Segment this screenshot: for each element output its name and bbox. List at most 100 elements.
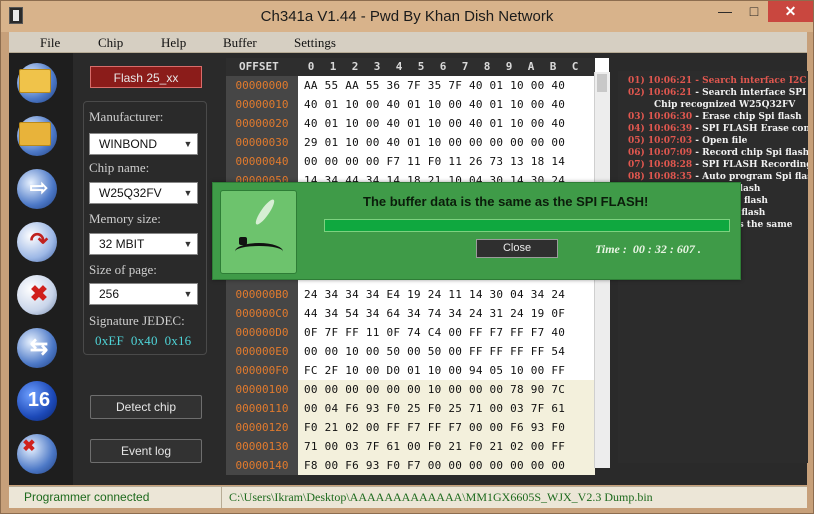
window-title: Ch341a V1.44 - Pwd By Khan Dish Network xyxy=(260,8,554,25)
log-entry: 07) 10:08:28 - SPI FLASH Recording xyxy=(628,160,808,170)
auto-icon: ✖ xyxy=(22,438,36,455)
log-entry: 02) 10:06:21 - Search interface SPI xyxy=(628,88,806,98)
hex-column-header: 7 xyxy=(461,60,469,73)
hex-bytes[interactable]: 0F 7F FF 11 0F 74 C4 00 FF F7 FF F7 40 xyxy=(304,324,565,341)
hex-bytes[interactable]: F0 21 02 00 FF F7 FF F7 00 00 F6 93 F0 xyxy=(304,419,565,436)
chip-name-select[interactable]: W25Q32FV ▼ xyxy=(89,182,198,204)
minimize-button[interactable]: — xyxy=(710,1,740,22)
hex-row[interactable]: 00000000 AA 55 AA 55 36 7F 35 7F 40 01 10… xyxy=(226,76,595,95)
hex-row[interactable]: 000000B0 24 34 34 34 E4 19 24 11 14 30 04… xyxy=(226,285,595,304)
read-chip-button[interactable]: ⇨ xyxy=(15,165,65,213)
chip-panel: Flash 25_xx Manufacturer: WINBOND ▼ Chip… xyxy=(81,61,209,466)
hex-bytes[interactable]: 40 01 10 00 40 01 10 00 40 01 10 00 40 xyxy=(304,96,565,113)
log-message: - Auto program Spi flash xyxy=(695,172,808,182)
verify-chip-button[interactable]: ⇆ xyxy=(15,324,65,372)
16-bit-icon: 16 xyxy=(27,389,51,411)
hex-row[interactable]: 00000120 F0 21 02 00 FF F7 FF F7 00 00 F6… xyxy=(226,418,595,437)
hex-column-header: 4 xyxy=(395,60,403,73)
log-entry: 06) 10:07:09 - Record chip Spi flash xyxy=(628,148,808,158)
hex-address: 00000130 xyxy=(226,437,298,456)
scroll-thumb[interactable] xyxy=(597,74,607,92)
page-size-select[interactable]: 256 ▼ xyxy=(89,283,198,305)
hex-row[interactable]: 00000040 00 00 00 00 F7 11 F0 11 26 73 13… xyxy=(226,152,595,171)
progress-bar xyxy=(324,219,730,232)
dialog-close-button[interactable]: Close xyxy=(476,239,558,258)
memory-size-select[interactable]: 32 MBIT ▼ xyxy=(89,233,198,255)
open-file-button[interactable] xyxy=(15,59,65,107)
log-entry: 05) 10:07:03 - Open file xyxy=(628,136,747,146)
hex-column-header: 8 xyxy=(483,60,491,73)
write-chip-icon: ↷ xyxy=(29,228,49,253)
memory-size-value: 32 MBIT xyxy=(99,237,145,251)
menu-buffer[interactable]: Buffer xyxy=(223,35,257,51)
log-stamp: 06) 10:07:09 xyxy=(628,148,696,158)
hex-row[interactable]: 000000D0 0F 7F FF 11 0F 74 C4 00 FF F7 FF… xyxy=(226,323,595,342)
hex-bytes[interactable]: 40 01 10 00 40 01 10 00 40 01 10 00 40 xyxy=(304,115,565,132)
log-message: - Search interface I2C xyxy=(695,76,807,86)
hex-address: 00000100 xyxy=(226,380,298,399)
hex-bytes[interactable]: AA 55 AA 55 36 7F 35 7F 40 01 10 00 40 xyxy=(304,77,565,94)
event-log-button[interactable]: Event log xyxy=(90,439,202,463)
erase-icon: ✖ xyxy=(29,281,49,306)
manufacturer-value: WINBOND xyxy=(99,137,157,151)
chevron-down-icon: ▼ xyxy=(183,139,193,149)
hex-row[interactable]: 000000E0 00 00 10 00 50 00 50 00 FF FF FF… xyxy=(226,342,595,361)
verify-result-dialog: The buffer data is the same as the SPI F… xyxy=(212,182,741,280)
hex-row[interactable]: 00000140 F8 00 F6 93 F0 F7 00 00 00 00 00… xyxy=(226,456,595,475)
hex-row[interactable]: 00000010 40 01 10 00 40 01 10 00 40 01 10… xyxy=(226,95,595,114)
elapsed-time: Time : 00 : 32 : 607 . xyxy=(595,242,701,256)
erase-chip-button[interactable]: ✖ xyxy=(15,271,65,319)
hex-row[interactable]: 00000030 29 01 10 00 40 01 10 00 00 00 00… xyxy=(226,133,595,152)
log-message: - Erase chip Spi flash xyxy=(695,112,802,122)
chevron-down-icon: ▼ xyxy=(183,188,193,198)
bit-mode-button[interactable]: 16 xyxy=(15,377,65,425)
title-bar[interactable]: Ch341a V1.44 - Pwd By Khan Dish Network … xyxy=(1,1,813,32)
log-entry: 04) 10:06:39 - SPI FLASH Erase complete xyxy=(628,124,808,134)
hex-address: 00000120 xyxy=(226,418,298,437)
save-file-button[interactable] xyxy=(15,112,65,160)
write-chip-button[interactable]: ↷ xyxy=(15,218,65,266)
hex-bytes[interactable]: 00 00 00 00 00 00 10 00 00 00 78 90 7C xyxy=(304,381,565,398)
tool-bar: ⇨ ↷ ✖ ⇆ 16 ✖ xyxy=(9,53,73,485)
hex-bytes[interactable]: 44 34 54 34 64 34 74 34 24 31 24 19 0F xyxy=(304,305,565,322)
menu-file[interactable]: File xyxy=(40,35,60,51)
hex-column-header: 9 xyxy=(505,60,513,73)
dialog-message: The buffer data is the same as the SPI F… xyxy=(363,194,649,209)
hex-bytes[interactable]: 71 00 03 7F 61 00 F0 21 F0 21 02 00 FF xyxy=(304,438,565,455)
hex-row[interactable]: 000000F0 FC 2F 10 00 D0 01 10 00 94 05 10… xyxy=(226,361,595,380)
hex-address: 000000E0 xyxy=(226,342,298,361)
detect-chip-button[interactable]: Detect chip xyxy=(90,395,202,419)
hex-bytes[interactable]: 00 00 10 00 50 00 50 00 FF FF FF FF 54 xyxy=(304,343,565,360)
hex-bytes[interactable]: 24 34 34 34 E4 19 24 11 14 30 04 34 24 xyxy=(304,286,565,303)
hex-row[interactable]: 00000110 00 04 F6 93 F0 25 F0 25 71 00 03… xyxy=(226,399,595,418)
hex-bytes[interactable]: 29 01 10 00 40 01 10 00 00 00 00 00 00 xyxy=(304,134,565,151)
programmer-status: Programmer connected xyxy=(24,490,150,504)
hex-row[interactable]: 00000100 00 00 00 00 00 00 10 00 00 00 78… xyxy=(226,380,595,399)
hex-bytes[interactable]: 00 04 F6 93 F0 25 F0 25 71 00 03 7F 61 xyxy=(304,400,565,417)
hex-bytes[interactable]: F8 00 F6 93 F0 F7 00 00 00 00 00 00 00 xyxy=(304,457,565,474)
maximize-button[interactable]: □ xyxy=(740,1,768,22)
chevron-down-icon: ▼ xyxy=(183,239,193,249)
flash-type-button[interactable]: Flash 25_xx xyxy=(90,66,202,88)
app-window: Ch341a V1.44 - Pwd By Khan Dish Network … xyxy=(0,0,814,514)
auto-program-button[interactable]: ✖ xyxy=(15,430,65,478)
log-message: - Record chip Spi flash xyxy=(695,148,808,158)
offset-header: OFFSET xyxy=(239,60,279,73)
hex-bytes[interactable]: FC 2F 10 00 D0 01 10 00 94 05 10 00 FF xyxy=(304,362,565,379)
memory-size-label: Memory size: xyxy=(89,211,161,226)
hex-address: 00000140 xyxy=(226,456,298,475)
close-button[interactable]: ✕ xyxy=(768,1,813,22)
menu-chip[interactable]: Chip xyxy=(98,35,123,51)
log-message: Chip recognized W25Q32FV xyxy=(654,100,796,110)
hex-row[interactable]: 00000020 40 01 10 00 40 01 10 00 40 01 10… xyxy=(226,114,595,133)
hex-row[interactable]: 00000130 71 00 03 7F 61 00 F0 21 F0 21 02… xyxy=(226,437,595,456)
manufacturer-select[interactable]: WINBOND ▼ xyxy=(89,133,198,155)
hex-row[interactable]: 000000C0 44 34 54 34 64 34 74 34 24 31 24… xyxy=(226,304,595,323)
folder-open-icon xyxy=(19,69,51,93)
menu-help[interactable]: Help xyxy=(161,35,186,51)
file-path: C:\Users\Ikram\Desktop\AAAAAAAAAAAAA\MM1… xyxy=(229,490,653,504)
menu-settings[interactable]: Settings xyxy=(294,35,336,51)
hex-bytes[interactable]: 00 00 00 00 F7 11 F0 11 26 73 13 18 14 xyxy=(304,153,565,170)
status-divider xyxy=(221,487,222,508)
hex-address: 00000030 xyxy=(226,133,298,152)
